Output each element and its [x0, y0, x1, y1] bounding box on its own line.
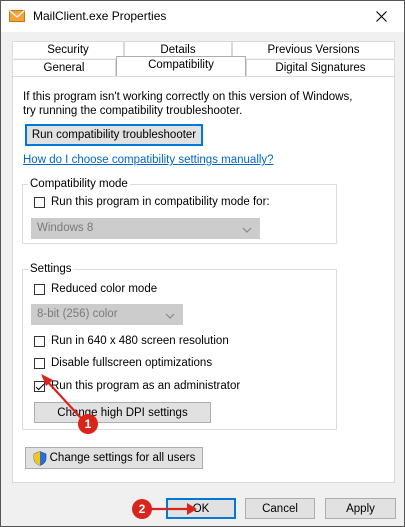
apply-button[interactable]: Apply — [325, 498, 396, 519]
window-title: MailClient.exe Properties — [33, 9, 167, 23]
change-all-users-button[interactable]: Change settings for all users — [25, 447, 203, 469]
uac-shield-icon — [33, 450, 47, 466]
properties-window: MailClient.exe Properties Security Detai… — [0, 0, 405, 527]
resolution-640-checkbox[interactable]: Run in 640 x 480 screen resolution — [34, 335, 229, 347]
tab-digital-signatures[interactable]: Digital Signatures — [246, 59, 395, 76]
tab-previous-versions[interactable]: Previous Versions — [232, 41, 395, 58]
step-2-badge: 2 — [132, 499, 152, 519]
chevron-down-icon — [242, 223, 252, 233]
color-mode-value: 8-bit (256) color — [37, 308, 118, 320]
close-icon[interactable] — [358, 1, 404, 32]
tab-security[interactable]: Security — [12, 41, 124, 58]
tab-label: Compatibility — [148, 59, 214, 71]
compat-mode-checkbox[interactable]: Run this program in compatibility mode f… — [34, 196, 270, 208]
fullscreen-opt-checkbox[interactable]: Disable fullscreen optimizations — [34, 357, 212, 369]
checkbox-box[interactable] — [34, 196, 45, 208]
checkbox-box[interactable] — [34, 357, 45, 369]
step-1-badge: 1 — [78, 414, 98, 434]
checkbox-box[interactable] — [34, 283, 45, 295]
manual-settings-link[interactable]: How do I choose compatibility settings m… — [23, 154, 274, 166]
intro-line-2: try running the compatibility troublesho… — [23, 105, 243, 117]
reduced-color-checkbox[interactable]: Reduced color mode — [34, 283, 157, 295]
title-bar: MailClient.exe Properties — [1, 1, 404, 32]
change-all-users-label: Change settings for all users — [49, 452, 196, 464]
fullscreen-opt-label: Disable fullscreen optimizations — [51, 357, 213, 369]
intro-line-1: If this program isn't working correctly … — [23, 91, 353, 103]
reduced-color-label: Reduced color mode — [51, 283, 158, 295]
compat-os-dropdown[interactable]: Windows 8 — [31, 218, 260, 239]
compat-os-value: Windows 8 — [37, 222, 94, 234]
cancel-button[interactable]: Cancel — [245, 498, 315, 519]
tab-label: General — [43, 62, 85, 74]
tab-label: Previous Versions — [267, 44, 360, 56]
chevron-down-icon — [165, 309, 175, 319]
tab-compatibility[interactable]: Compatibility — [116, 56, 246, 76]
compatibility-mode-legend: Compatibility mode — [30, 178, 128, 190]
mail-app-icon — [9, 9, 25, 23]
checkbox-box[interactable] — [34, 335, 45, 347]
tab-label: Details — [160, 44, 196, 56]
tab-general[interactable]: General — [12, 59, 116, 76]
tab-label: Security — [47, 44, 89, 56]
run-troubleshooter-button[interactable]: Run compatibility troubleshooter — [25, 124, 203, 146]
compat-mode-label: Run this program in compatibility mode f… — [51, 196, 270, 208]
tab-row-front: General Compatibility Digital Signatures — [12, 56, 395, 76]
color-mode-dropdown[interactable]: 8-bit (256) color — [31, 304, 183, 325]
settings-legend: Settings — [30, 263, 72, 275]
tab-label: Digital Signatures — [275, 62, 366, 74]
resolution-640-label: Run in 640 x 480 screen resolution — [51, 335, 229, 347]
